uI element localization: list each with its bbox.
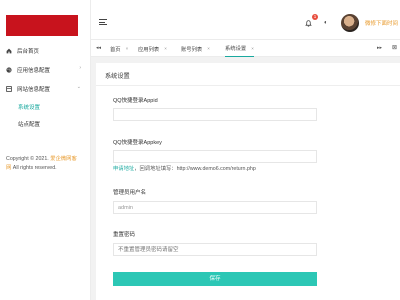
tab-app-list[interactable]: 应用列表 ×: [138, 40, 167, 57]
chevron-right-icon: ›: [79, 65, 81, 71]
tabs-prev-icon[interactable]: ◂◂: [96, 45, 101, 51]
tab-account-list[interactable]: 账号列表 ×: [181, 40, 210, 57]
sidebar-item-app-config[interactable]: 应用信息配置 ›: [0, 60, 91, 79]
tabs-next-icon[interactable]: ▸▸: [377, 45, 382, 51]
submenu-item-site-settings[interactable]: 站点配置: [0, 115, 91, 132]
tab-home[interactable]: 首页 ×: [110, 40, 128, 57]
admin-username-input[interactable]: [113, 201, 317, 214]
submenu-item-system-settings[interactable]: 系统设置: [0, 98, 91, 115]
appid-input[interactable]: [113, 108, 317, 121]
close-icon[interactable]: ×: [126, 46, 129, 51]
save-button[interactable]: 保存: [113, 272, 317, 286]
tab-label: 应用列表: [138, 46, 160, 53]
tab-label: 首页: [110, 46, 121, 53]
reset-password-input[interactable]: [113, 243, 317, 256]
sidebar-menu: 后台首页 应用信息配置 › 网站信息配置 ⌄ 系统设置 站点配置: [0, 41, 91, 132]
topbar: 1 ◐ 微修下面时间: [91, 0, 400, 40]
avatar[interactable]: [341, 14, 359, 32]
sidebar-item-home[interactable]: 后台首页: [0, 41, 91, 60]
bell-icon[interactable]: [305, 20, 312, 27]
divider: [96, 85, 400, 86]
notification-badge: 1: [312, 14, 318, 20]
grid-icon: [6, 85, 12, 92]
palette-icon: [6, 66, 12, 73]
sidebar-item-label: 后台首页: [17, 48, 40, 55]
logo[interactable]: [6, 15, 78, 36]
callback-hint: 申请地址，回调地址填写：http://www.demo6.com/return.…: [113, 164, 256, 172]
callback-hint-text: ，回调地址填写：http://www.demo6.com/return.php: [134, 166, 256, 172]
appkey-input[interactable]: [113, 150, 317, 163]
sidebar-item-site-config[interactable]: 网站信息配置 ⌄: [0, 79, 91, 98]
sidebar-item-label: 网站信息配置: [17, 86, 51, 93]
chevron-down-icon: ⌄: [76, 84, 81, 90]
home-icon: [6, 48, 12, 54]
settings-panel: 系统设置 QQ快捷登录Appid QQ快捷登录Appkey 申请地址，回调地址填…: [96, 63, 400, 300]
copyright-brand[interactable]: 爱企微网客: [50, 156, 77, 162]
apply-link[interactable]: 申请地址: [113, 166, 134, 172]
admin-username-label: 管理员用户名: [113, 190, 147, 196]
close-icon[interactable]: ×: [207, 46, 210, 51]
sidebar: 后台首页 应用信息配置 › 网站信息配置 ⌄ 系统设置 站点配置 Copyrig…: [0, 0, 91, 300]
copyright-brand-cont[interactable]: 网: [6, 165, 11, 171]
close-icon[interactable]: ×: [251, 46, 254, 51]
tab-bar: ◂◂ 首页 × 应用列表 × 账号列表 × 系统设置 × ▸▸ ⊠: [91, 40, 400, 57]
theme-icon[interactable]: ◐: [324, 20, 328, 26]
tab-label: 系统设置: [225, 46, 247, 52]
sidebar-item-label: 应用信息配置: [17, 67, 51, 74]
close-icon[interactable]: ×: [164, 46, 167, 51]
menu-toggle-icon[interactable]: [99, 19, 107, 25]
reset-password-label: 重置密码: [113, 232, 136, 238]
copyright-suffix: All rights reserved.: [12, 165, 57, 171]
appid-label: QQ快捷登录Appid: [113, 98, 158, 104]
page-title: 系统设置: [105, 73, 130, 80]
tab-system-settings[interactable]: 系统设置 ×: [225, 40, 254, 57]
appkey-label: QQ快捷登录Appkey: [113, 140, 162, 146]
copyright-prefix: Copyright © 2021.: [6, 156, 49, 162]
copyright: Copyright © 2021. 爱企微网客 网 All rights res…: [6, 155, 86, 173]
username[interactable]: 微修下面时间: [365, 19, 398, 27]
tab-label: 账号列表: [181, 46, 203, 53]
tabs-menu-icon[interactable]: ⊠: [392, 44, 397, 51]
